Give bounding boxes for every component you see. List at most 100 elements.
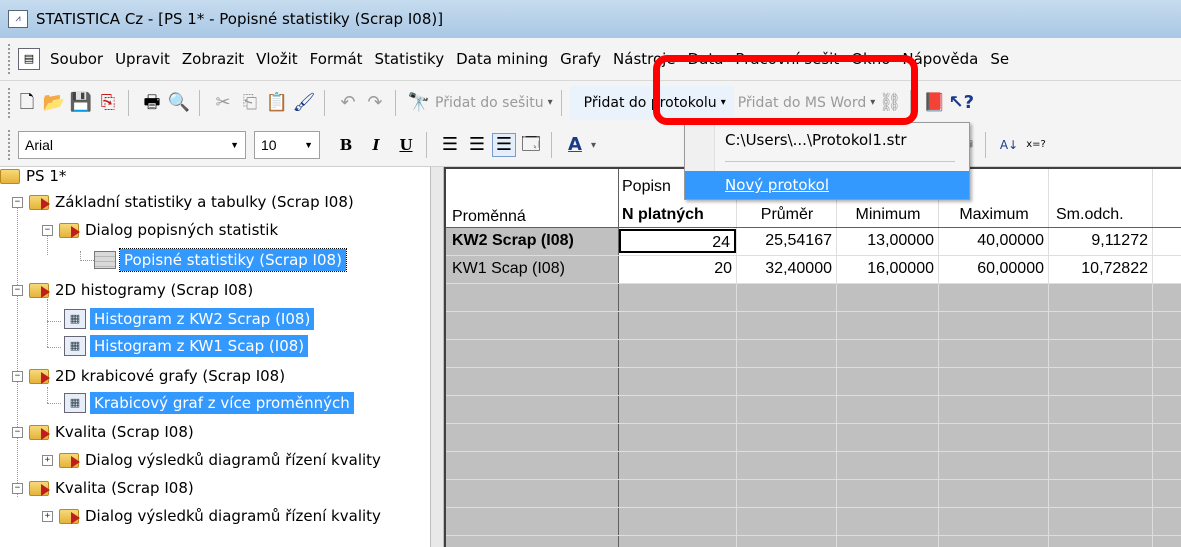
cut-icon[interactable]: ✂ bbox=[211, 91, 235, 115]
variable-specs-icon[interactable]: x=? bbox=[1024, 133, 1048, 157]
table-cell[interactable]: 24 bbox=[619, 229, 736, 253]
align-right-icon[interactable]: ☰ bbox=[492, 133, 516, 157]
row-header[interactable]: KW1 Scap (I08) bbox=[452, 257, 618, 281]
collapse-icon[interactable]: − bbox=[42, 224, 53, 236]
pridat-do-protokolu-dropdown[interactable]: Přidat do protokolu ▾ bbox=[569, 85, 734, 120]
print-icon[interactable]: 🖶 bbox=[140, 91, 164, 115]
menu-data-mining[interactable]: Data mining bbox=[456, 50, 548, 68]
menu-se[interactable]: Se bbox=[990, 50, 1009, 68]
word-link-icon[interactable]: ⛓ bbox=[878, 91, 902, 115]
table-cell[interactable]: 13,00000 bbox=[837, 229, 938, 253]
tree-item-histogramy[interactable]: − 2D histogramy (Scrap I08) bbox=[12, 277, 253, 303]
tree-item-zakladni[interactable]: − Základní statistiky a tabulky (Scrap I… bbox=[12, 189, 354, 215]
collapse-icon[interactable]: − bbox=[12, 284, 23, 296]
menu-nastroje[interactable]: Nástroje bbox=[613, 50, 676, 68]
menu-grafy[interactable]: Grafy bbox=[560, 50, 601, 68]
tree-item-popisne-statistiky[interactable]: Popisné statistiky (Scrap I08) bbox=[94, 247, 347, 273]
undo-icon[interactable]: ↶ bbox=[336, 91, 360, 115]
results-spreadsheet: Popisn Proměnná N platných Průměr Minimu… bbox=[444, 167, 1181, 547]
menu-okno[interactable]: Okno bbox=[851, 50, 890, 68]
row-header[interactable]: KW2 Scrap (I08) bbox=[452, 229, 618, 253]
tree-item-histogram-kw2[interactable]: ▦ Histogram z KW2 Scrap (I08) bbox=[64, 306, 315, 332]
menu-item-novy-protokol[interactable]: Nový protokol bbox=[685, 171, 969, 199]
pdf-icon[interactable]: ⎘ bbox=[96, 91, 120, 115]
panel-splitter[interactable] bbox=[430, 167, 444, 547]
tree-item-krabicove[interactable]: − 2D krabicové grafy (Scrap I08) bbox=[12, 363, 285, 389]
menu-upravit[interactable]: Upravit bbox=[115, 50, 170, 68]
copy-icon[interactable]: ⎗ bbox=[238, 91, 262, 115]
pridat-do-ms-word-button[interactable]: Přidat do MS Word bbox=[738, 95, 867, 111]
tree-item-label: PS 1* bbox=[26, 167, 67, 185]
cell-format-icon[interactable]: 🗔 bbox=[519, 133, 543, 157]
column-header[interactable]: N platných bbox=[620, 203, 736, 227]
new-icon[interactable]: 🗋 bbox=[15, 91, 39, 115]
collapse-icon[interactable]: − bbox=[12, 482, 23, 494]
toolbar-grip[interactable] bbox=[8, 44, 12, 74]
table-cell[interactable]: 60,00000 bbox=[939, 257, 1048, 281]
menu-item-recent-protokol[interactable]: C:\Users\...\Protokol1.str bbox=[725, 131, 907, 149]
tree-item-krabicovy-graf[interactable]: ▦ Krabicový graf z více proměnných bbox=[64, 390, 354, 416]
open-icon[interactable]: 📂 bbox=[42, 91, 66, 115]
context-help-icon[interactable]: ↖? bbox=[949, 91, 975, 115]
format-painter-icon[interactable]: 🖌 bbox=[292, 91, 316, 115]
find-icon[interactable]: 🔭 bbox=[407, 91, 431, 115]
chevron-down-icon[interactable]: ▼ bbox=[304, 140, 313, 150]
column-header[interactable]: Minimum bbox=[838, 203, 938, 227]
column-header[interactable]: Průměr bbox=[738, 203, 836, 227]
font-size-select[interactable]: 10 ▼ bbox=[254, 131, 320, 159]
table-cell[interactable]: 10,72822 bbox=[1049, 257, 1152, 281]
tree-item-label: Dialog popisných statistik bbox=[85, 221, 279, 239]
align-center-icon[interactable]: ☰ bbox=[465, 133, 489, 157]
sort-az-icon[interactable]: A↓ bbox=[997, 133, 1021, 157]
expand-icon[interactable]: + bbox=[42, 454, 53, 466]
chevron-down-icon[interactable]: ▼ bbox=[230, 140, 239, 150]
print-preview-icon[interactable]: 🔍 bbox=[167, 91, 191, 115]
document-icon[interactable]: ▤ bbox=[18, 48, 40, 70]
chevron-down-icon[interactable]: ▾ bbox=[870, 97, 875, 108]
table-cell[interactable]: 20 bbox=[619, 257, 736, 281]
menu-data[interactable]: Data bbox=[688, 50, 724, 68]
toolbar-grip[interactable] bbox=[8, 87, 12, 118]
table-cell[interactable]: 25,54167 bbox=[737, 229, 836, 253]
font-color-icon[interactable]: A bbox=[563, 133, 587, 157]
menu-zobrazit[interactable]: Zobrazit bbox=[182, 50, 244, 68]
tree-item-kvalita-1[interactable]: − Kvalita (Scrap I08) bbox=[12, 419, 194, 445]
tree-item-root[interactable]: PS 1* bbox=[0, 163, 66, 189]
toolbar-grip[interactable] bbox=[8, 130, 12, 160]
tree-item-histogram-kw1[interactable]: ▦ Histogram z KW1 Scap (I08) bbox=[64, 333, 309, 359]
spreadsheet-icon bbox=[94, 251, 116, 269]
collapse-icon[interactable]: − bbox=[12, 426, 23, 438]
tree-item-dialog-kvality-1[interactable]: + Dialog výsledků diagramů řízení kvalit… bbox=[42, 447, 381, 473]
align-left-icon[interactable]: ☰ bbox=[438, 133, 462, 157]
underline-button[interactable]: U bbox=[394, 133, 418, 157]
table-cell[interactable]: 16,00000 bbox=[837, 257, 938, 281]
column-header[interactable]: Maximum bbox=[940, 203, 1048, 227]
italic-button[interactable]: I bbox=[364, 133, 388, 157]
table-cell[interactable]: 40,00000 bbox=[939, 229, 1048, 253]
menu-format[interactable]: Formát bbox=[310, 50, 363, 68]
collapse-icon[interactable]: − bbox=[12, 196, 23, 208]
bold-button[interactable]: B bbox=[334, 133, 358, 157]
tree-item-dialog-popisnych[interactable]: − Dialog popisných statistik bbox=[42, 217, 278, 243]
tree-item-kvalita-2[interactable]: − Kvalita (Scrap I08) bbox=[12, 475, 194, 501]
chevron-down-icon[interactable]: ▾ bbox=[548, 97, 553, 108]
paste-icon[interactable]: 📋 bbox=[265, 91, 289, 115]
expand-icon[interactable]: + bbox=[42, 510, 53, 522]
tree-item-dialog-kvality-2[interactable]: + Dialog výsledků diagramů řízení kvalit… bbox=[42, 503, 381, 529]
collapse-icon[interactable]: − bbox=[12, 370, 23, 382]
table-cell[interactable]: 32,40000 bbox=[737, 257, 836, 281]
menu-vlozit[interactable]: Vložit bbox=[256, 50, 298, 68]
menu-soubor[interactable]: Soubor bbox=[50, 50, 103, 68]
menu-statistiky[interactable]: Statistiky bbox=[375, 50, 445, 68]
chevron-down-icon[interactable]: ▾ bbox=[721, 97, 726, 108]
redo-icon[interactable]: ↷ bbox=[363, 91, 387, 115]
chevron-down-icon[interactable]: ▾ bbox=[591, 140, 596, 151]
font-name-select[interactable]: Arial ▼ bbox=[18, 131, 246, 159]
column-header[interactable]: Sm.odch. bbox=[1050, 203, 1152, 227]
book-icon[interactable]: 📕 bbox=[922, 91, 946, 115]
menu-napoveda[interactable]: Nápověda bbox=[902, 50, 978, 68]
menu-pracovni-sesit[interactable]: Pracovní sešit bbox=[735, 50, 839, 68]
table-cell[interactable]: 9,11272 bbox=[1049, 229, 1152, 253]
save-icon[interactable]: 💾 bbox=[69, 91, 93, 115]
pridat-do-sesitu-button[interactable]: Přidat do sešitu bbox=[435, 95, 544, 111]
